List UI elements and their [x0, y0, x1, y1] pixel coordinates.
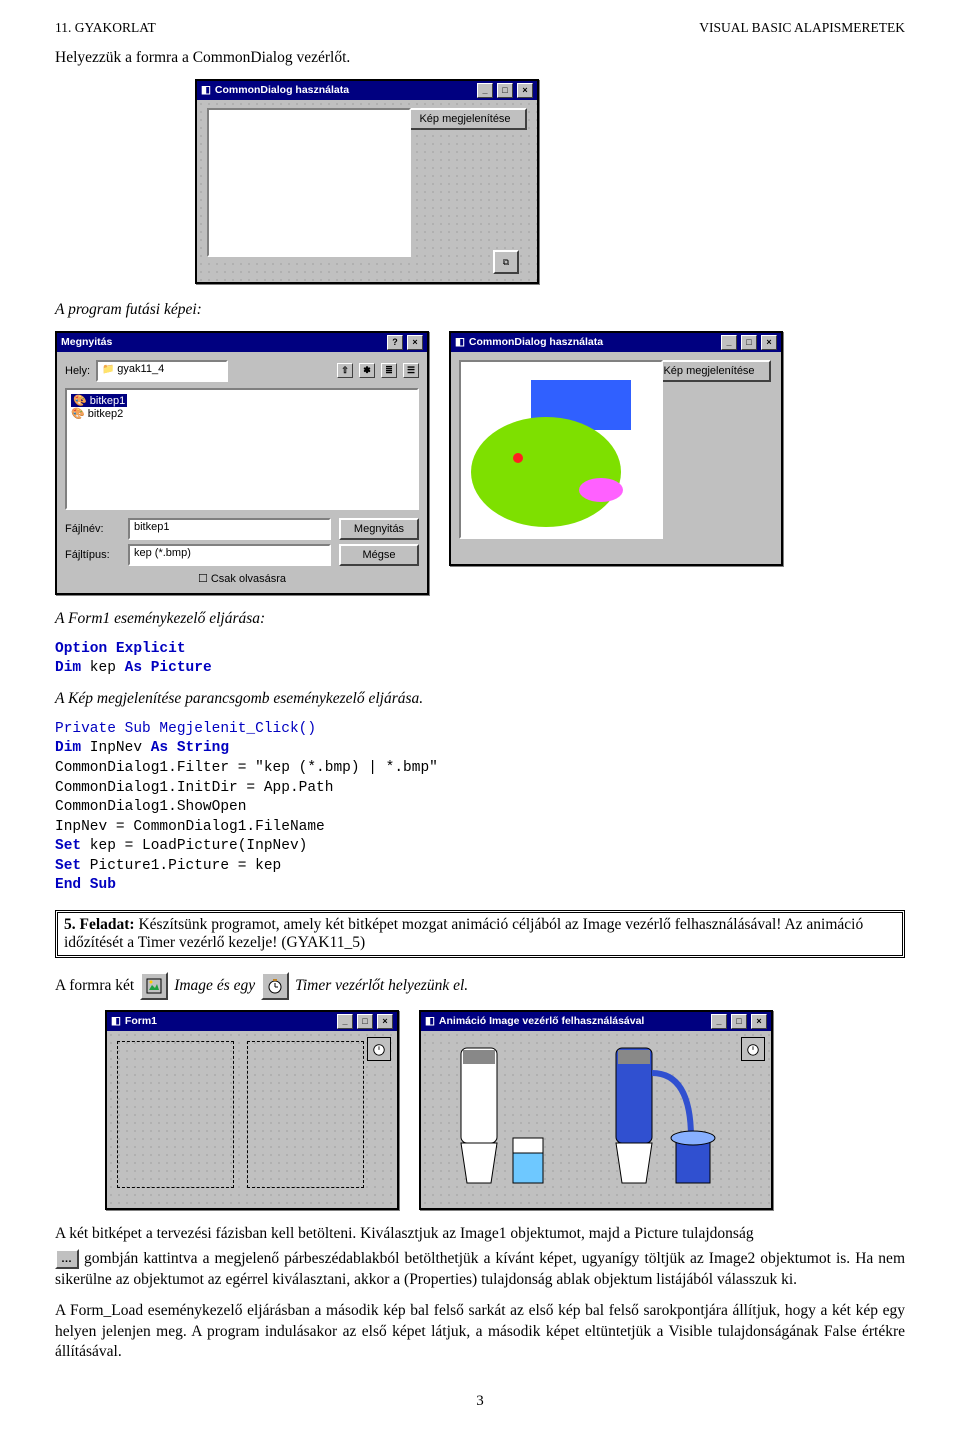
- list-view-icon[interactable]: ≣: [381, 363, 397, 378]
- task-box: 5. Feladat: Készítsünk programot, amely …: [55, 910, 905, 958]
- vb-icon: ◧: [111, 1015, 121, 1027]
- close-icon[interactable]: ×: [517, 83, 533, 98]
- siphon-image-2: [596, 1043, 731, 1188]
- location-combo[interactable]: 📁 gyak11_4: [96, 360, 228, 382]
- window-title: CommonDialog használata: [469, 336, 603, 348]
- header-right: VISUAL BASIC ALAPISMERETEK: [699, 20, 905, 36]
- vb-icon: ◧: [425, 1015, 435, 1027]
- details-view-icon[interactable]: ☰: [403, 363, 419, 378]
- close-icon[interactable]: ×: [407, 335, 423, 350]
- timer-control-icon: [741, 1037, 765, 1061]
- readonly-checkbox[interactable]: ☐: [198, 573, 211, 585]
- animation-run-window: ◧ Animáció Image vezérlő felhasználásáva…: [419, 1010, 773, 1210]
- up-folder-icon[interactable]: ⇧: [337, 363, 353, 378]
- button-handler-caption: A Kép megjelenítése parancsgomb eseményk…: [55, 689, 905, 710]
- code-block-2: Private Sub Megjelenit_Click() Dim InpNe…: [55, 720, 905, 896]
- image-control-icon: [140, 972, 168, 1000]
- header-left: 11. GYAKORLAT: [55, 20, 156, 36]
- close-icon[interactable]: ×: [751, 1014, 767, 1029]
- window-title: CommonDialog használata: [215, 84, 349, 96]
- design-form-window: ◧ CommonDialog használata _ □ × Kép megj…: [195, 79, 539, 284]
- shapes-image: [461, 362, 661, 537]
- form1-design-window: ◧ Form1 _ □ ×: [105, 1010, 399, 1210]
- form1-handler-caption: A Form1 eseménykezelő eljárása:: [55, 609, 905, 630]
- maximize-icon[interactable]: □: [497, 83, 513, 98]
- window-title: Animáció Image vezérlő felhasználásával: [439, 1015, 644, 1027]
- runtime-caption: A program futási képei:: [55, 300, 905, 321]
- minimize-icon[interactable]: _: [711, 1014, 727, 1029]
- commondialog-control-icon[interactable]: ⧉: [493, 250, 519, 274]
- picture-property-paragraph-2: … gombján kattintva a megjelenő párbeszé…: [55, 1249, 905, 1291]
- location-label: Hely:: [65, 365, 90, 377]
- maximize-icon[interactable]: □: [741, 335, 757, 350]
- window-title: Form1: [125, 1015, 157, 1027]
- close-icon[interactable]: ×: [377, 1014, 393, 1029]
- timer-control-icon: [261, 972, 289, 1000]
- code-block-1: Option Explicit Dim kep As Picture: [55, 640, 905, 679]
- filename-label: Fájlnév:: [65, 523, 120, 535]
- open-button[interactable]: Megnyitás: [339, 518, 419, 540]
- minimize-icon[interactable]: _: [721, 335, 737, 350]
- open-dialog: Megnyitás ? × Hely: 📁 gyak11_4 ⇧ ✽ ≣ ☰: [55, 331, 429, 595]
- minimize-icon[interactable]: _: [477, 83, 493, 98]
- file-item[interactable]: 🎨 bitkep2: [71, 407, 413, 420]
- timer-control-icon: [367, 1037, 391, 1061]
- intro-paragraph: Helyezzük a formra a CommonDialog vezérl…: [55, 48, 905, 69]
- ellipsis-button-icon: …: [55, 1249, 79, 1269]
- new-folder-icon[interactable]: ✽: [359, 363, 375, 378]
- maximize-icon[interactable]: □: [731, 1014, 747, 1029]
- vb-icon: ◧: [455, 336, 465, 348]
- vb-icon: ◧: [201, 84, 211, 96]
- filetype-combo[interactable]: kep (*.bmp): [128, 544, 331, 566]
- minimize-icon[interactable]: _: [337, 1014, 353, 1029]
- page-number: 3: [55, 1393, 905, 1410]
- show-image-button[interactable]: Kép megjelenítése: [403, 108, 527, 130]
- file-item[interactable]: 🎨 bitkep1: [71, 394, 127, 407]
- close-icon[interactable]: ×: [761, 335, 777, 350]
- running-form-window: ◧ CommonDialog használata _ □ × Kép megj…: [449, 331, 783, 566]
- picture-property-paragraph: A két bitképet a tervezési fázisban kell…: [55, 1224, 905, 1245]
- show-image-button[interactable]: Kép megjelenítése: [647, 360, 771, 382]
- form-load-paragraph: A Form_Load eseménykezelő eljárásban a m…: [55, 1301, 905, 1364]
- cancel-button[interactable]: Mégse: [339, 544, 419, 566]
- inline-icon-sentence: A formra két Image és egy Timer vezérlőt…: [55, 972, 905, 1000]
- siphon-image-1: [441, 1043, 561, 1188]
- maximize-icon[interactable]: □: [357, 1014, 373, 1029]
- window-title: Megnyitás: [61, 336, 112, 348]
- filetype-label: Fájltípus:: [65, 549, 120, 561]
- help-icon[interactable]: ?: [387, 335, 403, 350]
- filename-input[interactable]: bitkep1: [128, 518, 331, 540]
